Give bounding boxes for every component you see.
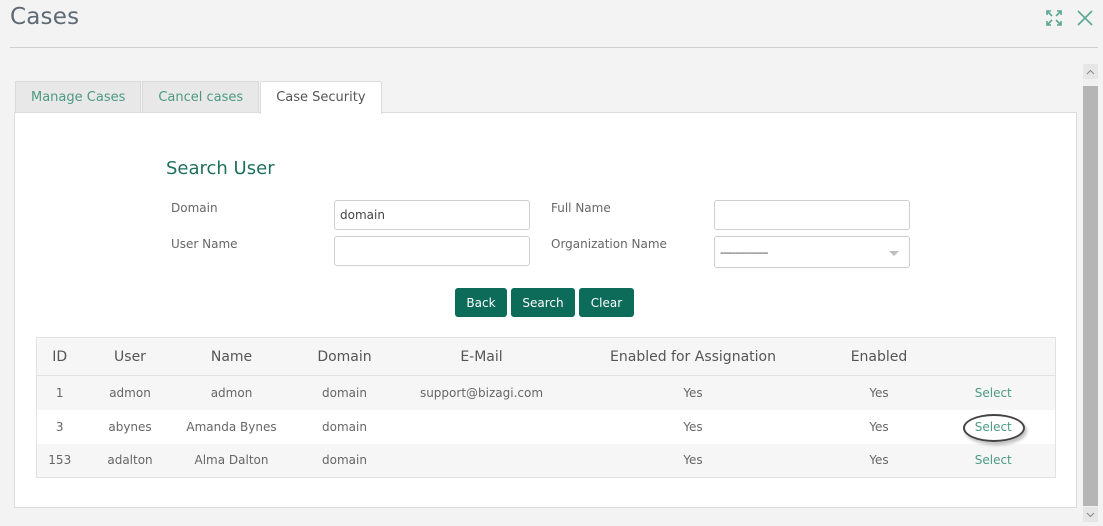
chevron-up-icon (1086, 69, 1095, 74)
back-button[interactable]: Back (455, 288, 507, 317)
col-email: E-Mail (403, 337, 560, 376)
col-enabled-assignation: Enabled for Assignation (559, 337, 827, 376)
cell-domain: domain (285, 409, 404, 444)
cell-email (403, 409, 560, 444)
cell-enabled: Yes (826, 375, 932, 410)
header-divider (10, 47, 1098, 48)
cell-name: admon (177, 375, 286, 410)
cell-email (403, 443, 560, 478)
case-security-panel: Search User Domain Full Name User Name O… (14, 112, 1077, 508)
window-title: Cases (10, 4, 80, 30)
chevron-down-icon (889, 251, 899, 256)
organization-name-label: Organization Name (551, 237, 667, 251)
cell-assignation: Yes (559, 443, 827, 478)
tab-manage-cases[interactable]: Manage Cases (15, 81, 142, 113)
cell-id: 3 (36, 409, 83, 444)
cell-id: 153 (36, 443, 83, 478)
scroll-down-button[interactable] (1083, 507, 1098, 522)
col-id: ID (36, 337, 83, 376)
user-name-input[interactable] (334, 236, 530, 266)
cell-action: Select (931, 443, 1056, 478)
chevron-down-icon (1086, 512, 1095, 517)
cell-enabled: Yes (826, 409, 932, 444)
cell-action: Select (931, 375, 1056, 410)
select-link[interactable]: Select (975, 386, 1012, 400)
table-row: 153 adalton Alma Dalton domain Yes Yes S… (36, 443, 1056, 478)
tab-case-security[interactable]: Case Security (260, 81, 382, 114)
cell-enabled: Yes (826, 443, 932, 478)
table-header-row: ID User Name Domain E-Mail Enabled for A… (36, 337, 1056, 376)
cell-user: abynes (82, 409, 178, 444)
col-name: Name (177, 337, 286, 376)
full-name-input[interactable] (714, 200, 910, 230)
vertical-scrollbar[interactable] (1083, 64, 1098, 522)
expand-icon[interactable] (1045, 9, 1063, 27)
col-user: User (82, 337, 178, 376)
cell-assignation: Yes (559, 409, 827, 444)
select-link-highlighted[interactable]: Select (962, 413, 1025, 442)
users-table: ID User Name Domain E-Mail Enabled for A… (36, 337, 1056, 478)
select-link[interactable]: Select (975, 453, 1012, 467)
cell-id: 1 (36, 375, 83, 410)
table-row: 3 abynes Amanda Bynes domain Yes Yes Sel… (36, 409, 1056, 444)
cell-assignation: Yes (559, 375, 827, 410)
cell-email: support@bizagi.com (403, 375, 560, 410)
cell-user: adalton (82, 443, 178, 478)
close-icon[interactable] (1077, 10, 1093, 26)
col-action (931, 337, 1056, 376)
search-button[interactable]: Search (511, 288, 575, 317)
cell-domain: domain (285, 375, 404, 410)
organization-name-select[interactable]: ---------------- (714, 236, 910, 268)
cell-action: Select (931, 409, 1056, 444)
organization-name-value: ---------------- (720, 246, 769, 259)
full-name-label: Full Name (551, 201, 611, 215)
col-domain: Domain (285, 337, 404, 376)
user-name-label: User Name (171, 237, 238, 251)
cell-name: Amanda Bynes (177, 409, 286, 444)
tab-bar: Manage Cases Cancel cases Case Security (15, 81, 383, 114)
col-enabled: Enabled (826, 337, 932, 376)
tab-cancel-cases[interactable]: Cancel cases (142, 81, 260, 113)
domain-input[interactable] (334, 200, 530, 230)
scroll-up-button[interactable] (1083, 64, 1098, 79)
table-row: 1 admon admon domain support@bizagi.com … (36, 375, 1056, 410)
cell-domain: domain (285, 443, 404, 478)
search-user-heading: Search User (166, 158, 275, 179)
cell-user: admon (82, 375, 178, 410)
clear-button[interactable]: Clear (579, 288, 634, 317)
domain-label: Domain (171, 201, 218, 215)
cell-name: Alma Dalton (177, 443, 286, 478)
scroll-thumb[interactable] (1083, 86, 1098, 506)
